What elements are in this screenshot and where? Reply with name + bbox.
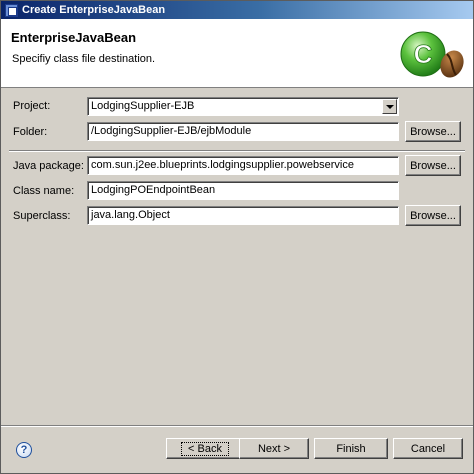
title-bar[interactable]: Create EnterpriseJavaBean bbox=[1, 1, 473, 19]
logo-letter: C bbox=[414, 39, 433, 69]
class-name-label: Class name: bbox=[13, 185, 75, 197]
java-package-label: Java package: bbox=[13, 160, 84, 172]
java-class-bean-icon: C bbox=[400, 31, 464, 78]
window-title: Create EnterpriseJavaBean bbox=[22, 4, 166, 16]
project-combo[interactable]: LodgingSupplier-EJB bbox=[87, 97, 399, 116]
java-package-value: com.sun.j2ee.blueprints.lodgingsupplier.… bbox=[91, 159, 354, 171]
superclass-value: java.lang.Object bbox=[91, 209, 170, 221]
help-icon[interactable]: ? bbox=[16, 442, 32, 458]
wizard-banner: EnterpriseJavaBean Specifiy class file d… bbox=[1, 19, 473, 88]
folder-browse-button[interactable]: Browse... bbox=[405, 121, 461, 142]
class-name-input[interactable]: LodgingPOEndpointBean bbox=[87, 181, 399, 200]
superclass-label: Superclass: bbox=[13, 210, 71, 222]
footer-separator bbox=[1, 425, 473, 427]
superclass-browse-button[interactable]: Browse... bbox=[405, 205, 461, 226]
superclass-input[interactable]: java.lang.Object bbox=[87, 206, 399, 225]
project-value: LodgingSupplier-EJB bbox=[91, 100, 195, 112]
folder-input[interactable]: /LodgingSupplier-EJB/ejbModule bbox=[87, 122, 399, 141]
wizard-window: Create EnterpriseJavaBean EnterpriseJava… bbox=[0, 0, 474, 474]
wizard-content: Project: LodgingSupplier-EJB Folder: /Lo… bbox=[1, 89, 473, 425]
back-button[interactable]: < Back bbox=[166, 438, 244, 459]
back-button-label: < Back bbox=[181, 441, 229, 456]
form-separator bbox=[9, 150, 465, 152]
finish-button[interactable]: Finish bbox=[314, 438, 388, 459]
banner-title: EnterpriseJavaBean bbox=[11, 30, 137, 45]
folder-label: Folder: bbox=[13, 126, 48, 138]
project-label: Project: bbox=[13, 100, 51, 112]
cancel-button[interactable]: Cancel bbox=[393, 438, 463, 459]
folder-value: /LodgingSupplier-EJB/ejbModule bbox=[91, 125, 252, 137]
package-browse-button[interactable]: Browse... bbox=[405, 155, 461, 176]
ejb-wizard-icon bbox=[5, 3, 18, 17]
class-name-value: LodgingPOEndpointBean bbox=[91, 184, 216, 196]
java-package-input[interactable]: com.sun.j2ee.blueprints.lodgingsupplier.… bbox=[87, 156, 399, 175]
banner-subtitle: Specifiy class file destination. bbox=[12, 53, 156, 65]
next-button[interactable]: Next > bbox=[239, 438, 309, 459]
chevron-down-icon[interactable] bbox=[382, 99, 397, 114]
